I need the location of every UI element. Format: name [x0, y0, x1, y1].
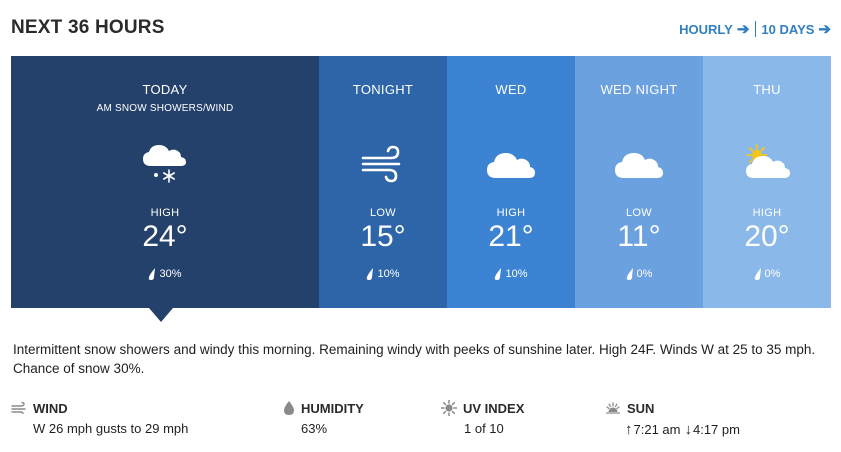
precip-value: 30% [159, 268, 182, 280]
temperature: 15° [360, 220, 406, 253]
high-low-label: HIGH [150, 207, 180, 219]
precip-chance: 0% [703, 268, 831, 280]
period-name: WED [495, 82, 527, 97]
detail-humidity: HUMIDITY 63% [283, 400, 364, 436]
humidity-drop-icon [284, 400, 294, 415]
high-low-label: LOW [370, 207, 396, 219]
sun-times: ↑ 7:21 am ↓ 4:17 pm [605, 421, 740, 438]
sunrise-time: 7:21 am [633, 422, 681, 437]
humidity-value: 63% [301, 421, 328, 436]
wind-icon [11, 402, 26, 414]
raindrop-icon [754, 268, 761, 280]
sun-icon [441, 400, 457, 416]
arrow-right-icon: ➔ [818, 21, 831, 38]
period-name: TODAY [142, 82, 188, 97]
raindrop-icon [495, 268, 502, 280]
temperature: 11° [617, 220, 661, 253]
raindrop-icon [626, 268, 633, 280]
raindrop-icon [367, 268, 374, 280]
sunrise-icon [606, 402, 620, 414]
cloud-icon [487, 153, 535, 178]
sunrise-arrow-icon: ↑ [625, 421, 633, 438]
precip-chance: 30% [11, 268, 319, 280]
detail-uv-index: UV INDEX 1 of 10 [441, 400, 524, 436]
high-low-label: LOW [626, 207, 652, 219]
precip-value: 0% [636, 268, 653, 280]
sunset-time: 4:17 pm [692, 422, 740, 437]
humidity-label: HUMIDITY [301, 400, 364, 416]
nav-divider [755, 21, 757, 37]
precip-value: 10% [505, 268, 528, 280]
ten-days-link[interactable]: 10 DAYS ➔ [761, 20, 831, 38]
period-name: THU [753, 82, 781, 97]
forecast-strip: TODAY AM SNOW SHOWERS/WIND HIGH 24° 30% … [11, 56, 831, 308]
temperature: 21° [488, 220, 534, 253]
high-low-label: HIGH [496, 207, 526, 219]
cloud-icon [615, 153, 663, 178]
precip-chance: 10% [447, 268, 575, 280]
high-low-label: HIGH [752, 207, 782, 219]
period-name: TONIGHT [352, 82, 414, 97]
selected-period-pointer [149, 308, 173, 322]
detail-wind: WIND W 26 mph gusts to 29 mph [11, 400, 188, 436]
detail-sun: SUN ↑ 7:21 am ↓ 4:17 pm [605, 400, 740, 438]
precip-chance: 10% [319, 268, 447, 280]
period-wed[interactable]: WED HIGH 21° 10% [447, 56, 575, 308]
sunset-arrow-icon: ↓ [684, 421, 692, 438]
wind-icon [361, 145, 401, 183]
temperature: 20° [744, 220, 790, 253]
details-row: WIND W 26 mph gusts to 29 mph HUMIDITY 6… [11, 400, 831, 440]
period-name: WED NIGHT [600, 82, 678, 97]
uv-index-value: 1 of 10 [464, 421, 504, 436]
partly-sunny-icon [746, 144, 790, 178]
precip-chance: 0% [575, 268, 703, 280]
view-nav: HOURLY ➔ 10 DAYS ➔ [679, 20, 831, 38]
sun-label: SUN [627, 400, 655, 416]
period-today[interactable]: TODAY AM SNOW SHOWERS/WIND HIGH 24° 30% [11, 56, 319, 308]
period-tonight[interactable]: TONIGHT LOW 15° 10% [319, 56, 447, 308]
raindrop-icon [149, 268, 156, 280]
forecast-narrative: Intermittent snow showers and windy this… [13, 342, 816, 376]
precip-value: 10% [377, 268, 400, 280]
wind-label: WIND [33, 400, 68, 416]
temperature: 24° [142, 220, 188, 253]
hourly-link-label: HOURLY [679, 21, 733, 37]
precip-value: 0% [764, 268, 781, 280]
hourly-link[interactable]: HOURLY ➔ [679, 20, 749, 38]
wind-value: W 26 mph gusts to 29 mph [33, 421, 189, 436]
arrow-right-icon: ➔ [736, 21, 750, 38]
period-thu[interactable]: THU HIGH 20° 0% [703, 56, 831, 308]
header: NEXT 36 HOURS HOURLY ➔ 10 DAYS ➔ [0, 0, 841, 56]
period-condition: AM SNOW SHOWERS/WIND [96, 103, 234, 114]
ten-days-link-label: 10 DAYS [761, 21, 815, 37]
period-wed-night[interactable]: WED NIGHT LOW 11° 0% [575, 56, 703, 308]
page-title: NEXT 36 HOURS [11, 17, 165, 38]
uv-index-label: UV INDEX [463, 400, 525, 416]
cloud-snow-icon [143, 145, 186, 183]
